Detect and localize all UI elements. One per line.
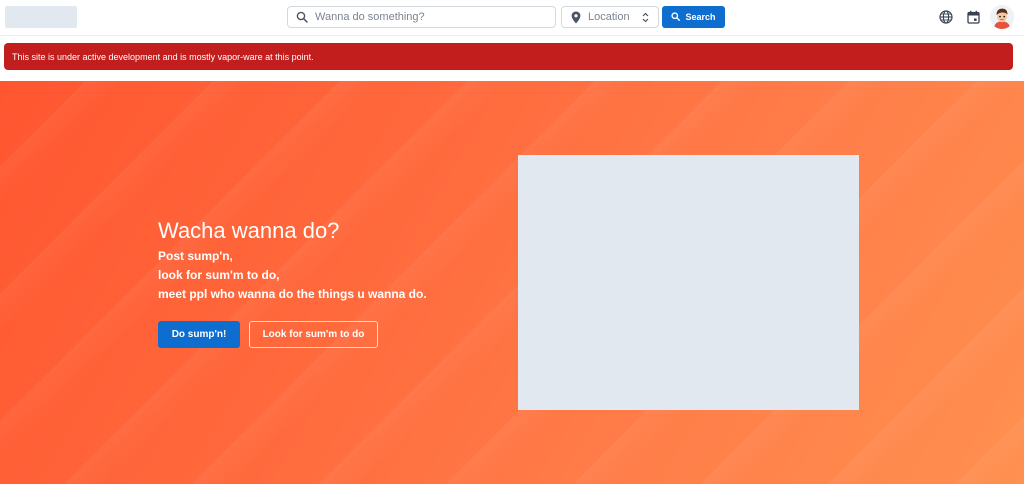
top-navbar: Location Search [0, 0, 1024, 36]
search-box[interactable] [287, 6, 556, 28]
hero-title: Wacha wanna do? [158, 218, 340, 243]
hero-tagline-line: meet ppl who wanna do the things u wanna… [158, 287, 427, 301]
look-for-something-button[interactable]: Look for sum'm to do [249, 321, 378, 348]
search-icon [671, 11, 681, 23]
alert-message: This site is under active development an… [12, 51, 314, 62]
chevron-up-down-icon [638, 7, 652, 27]
search-button-label: Search [685, 12, 716, 22]
search-input[interactable] [313, 7, 543, 27]
hero-background-pattern [0, 81, 1024, 484]
globe-icon[interactable] [937, 8, 955, 26]
hero-tagline-line: Post sump'n, [158, 249, 233, 263]
calendar-icon[interactable] [964, 8, 982, 26]
hero-banner: Wacha wanna do? Post sump'n, look for su… [0, 81, 1024, 484]
hero-tagline-line: look for sum'm to do, [158, 268, 280, 282]
location-placeholder: Location [588, 11, 630, 23]
hero-image-placeholder [518, 155, 859, 410]
location-select[interactable]: Location [561, 6, 659, 28]
search-button[interactable]: Search [662, 6, 725, 28]
do-something-button[interactable]: Do sump'n! [158, 321, 240, 348]
development-alert: This site is under active development an… [4, 43, 1013, 70]
logo-placeholder[interactable] [5, 6, 77, 28]
map-pin-icon [566, 7, 586, 27]
user-avatar[interactable] [990, 5, 1014, 29]
search-icon [291, 7, 313, 27]
